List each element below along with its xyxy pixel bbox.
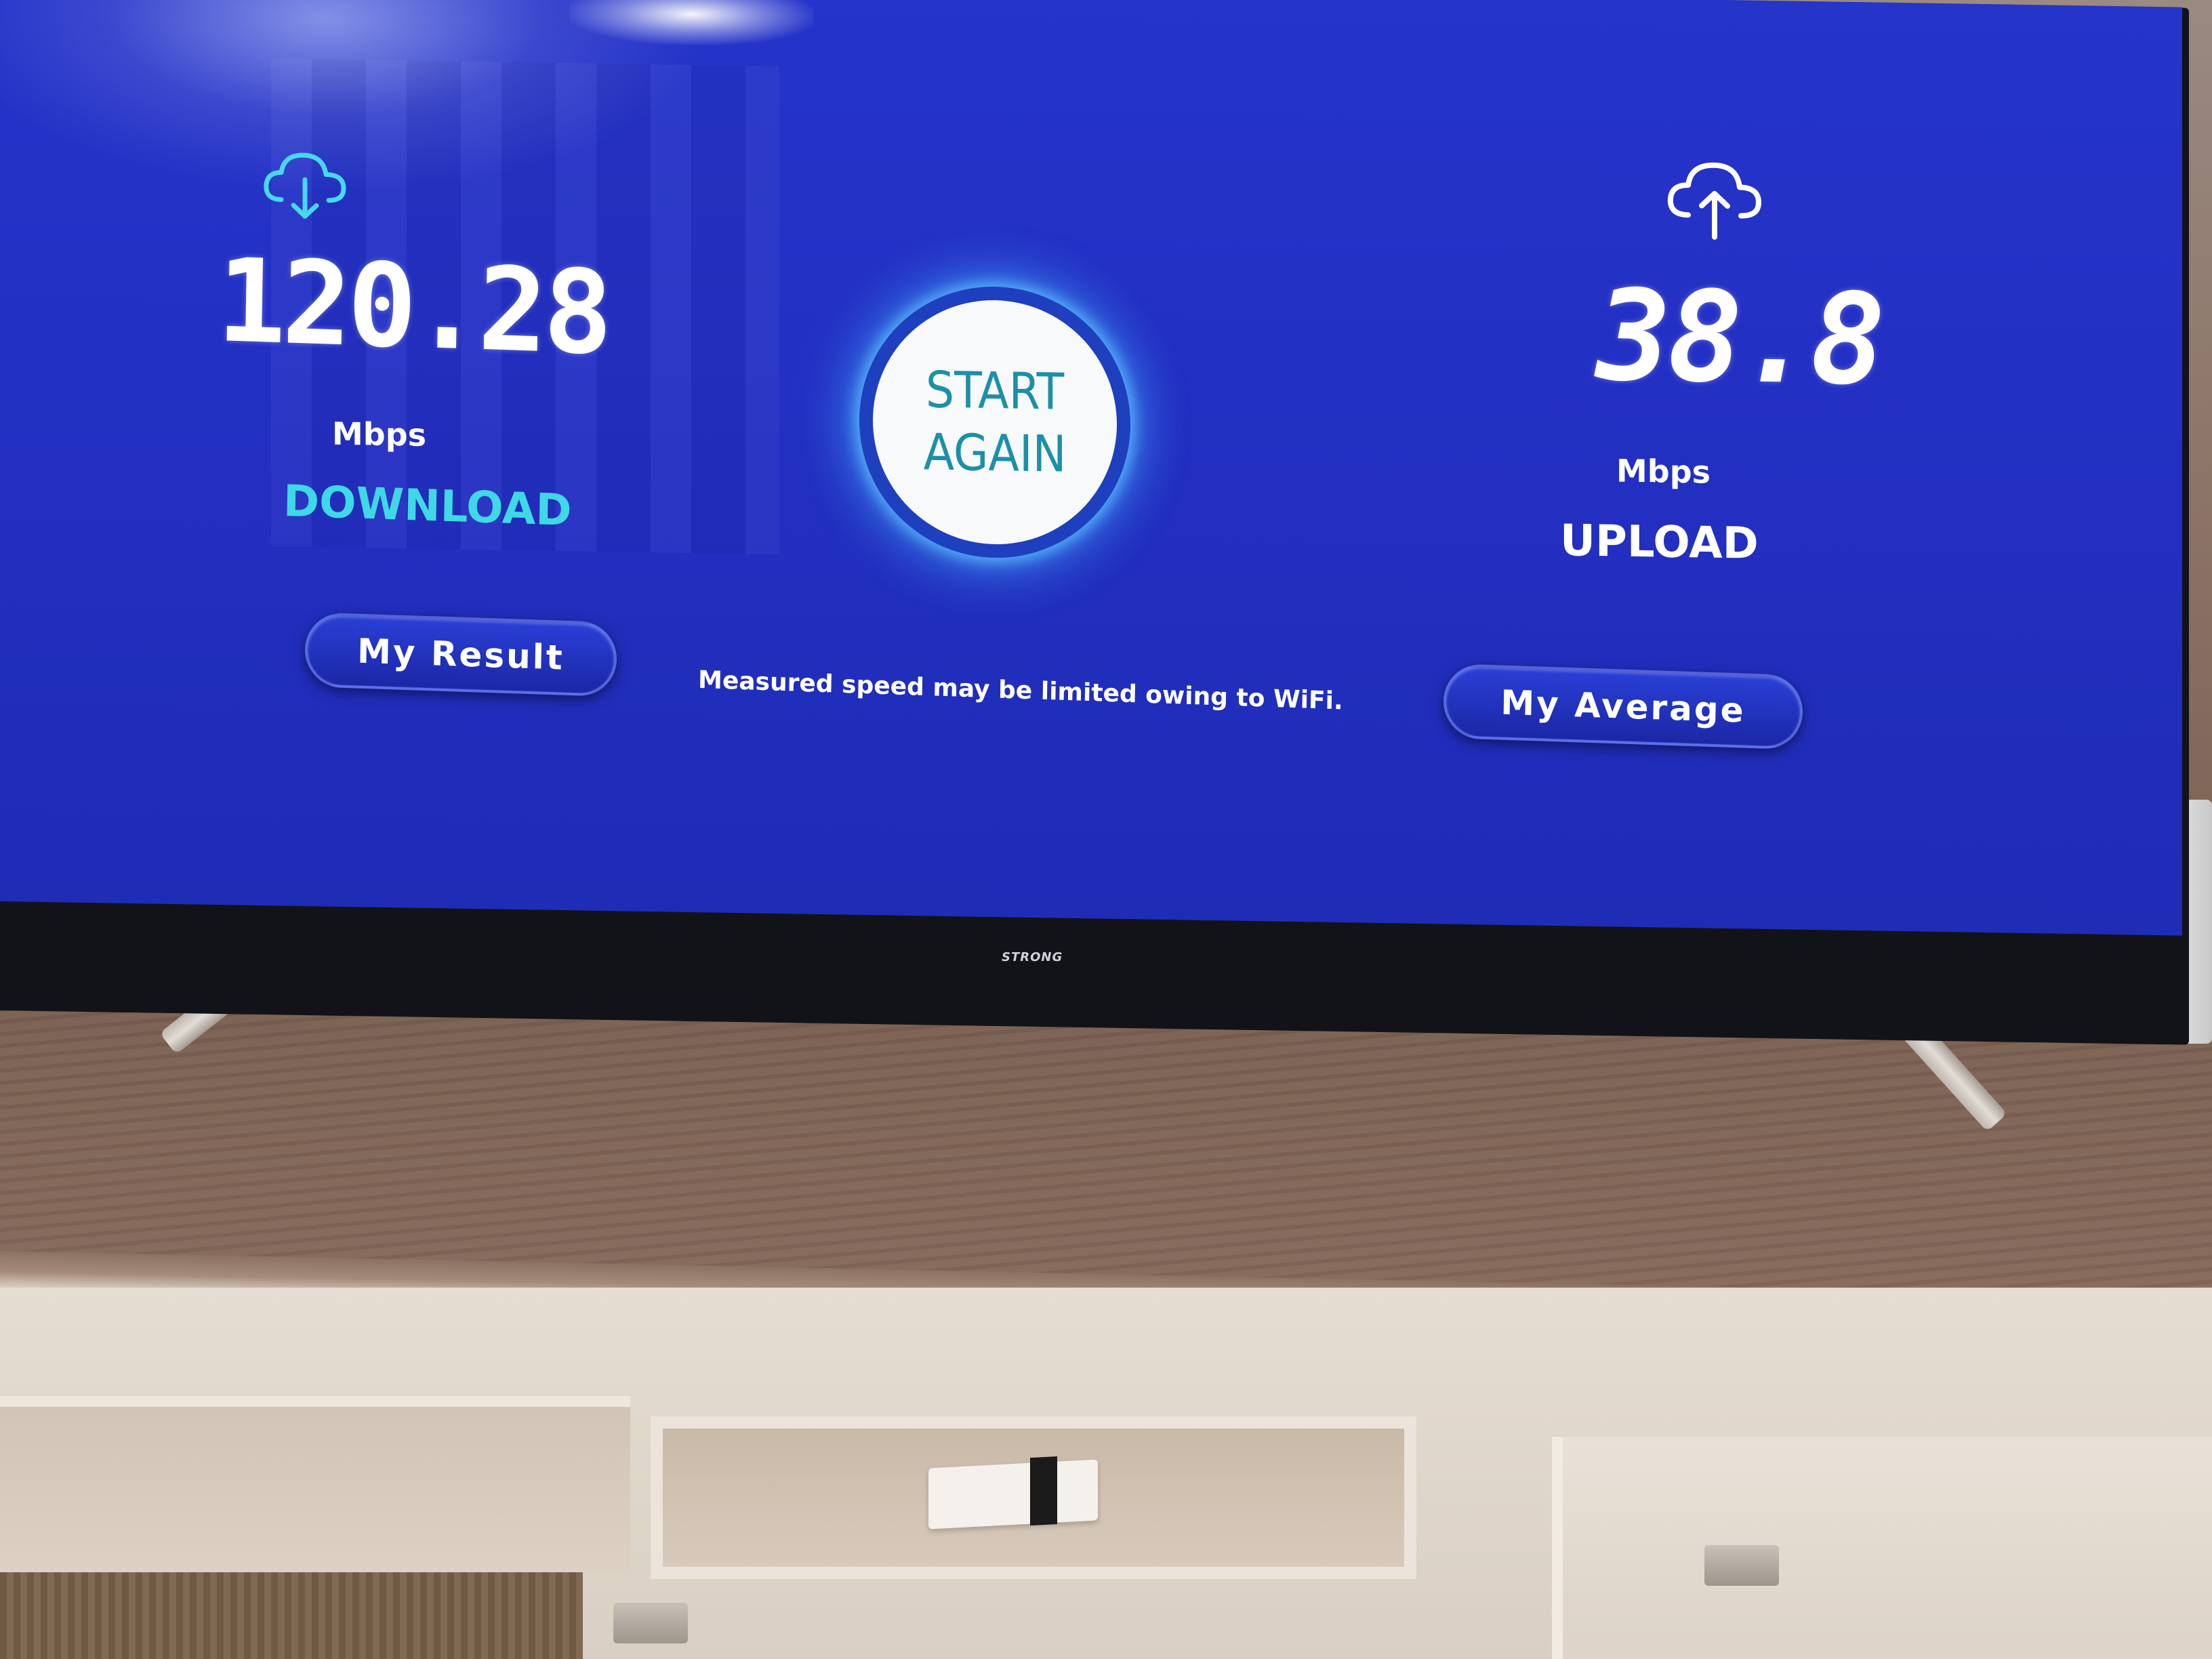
- upload-unit: Mbps: [1616, 452, 1711, 491]
- start-again-line1: START: [925, 361, 1065, 422]
- upload-speed-value: 38.8: [1596, 262, 1882, 413]
- download-speed-value: 120.28: [216, 234, 610, 382]
- set-top-device: [928, 1459, 1098, 1530]
- photo-scene: 120.28 Mbps DOWNLOAD START AGAIN 38.8 Mb…: [0, 0, 2212, 1659]
- cabinet-right-door: [1552, 1437, 2212, 1659]
- download-unit: Mbps: [332, 415, 427, 453]
- cabinet-handle-right: [1704, 1545, 1779, 1586]
- woven-basket: [0, 1572, 583, 1659]
- cloud-download-icon: [261, 146, 349, 225]
- ceiling-light-glare: [569, 0, 813, 47]
- cloud-upload-icon: [1664, 155, 1765, 247]
- set-top-device-end: [1030, 1456, 1057, 1526]
- my-average-button[interactable]: My Average: [1443, 663, 1803, 750]
- download-label: DOWNLOAD: [283, 476, 573, 536]
- wifi-notice-text: Measured speed may be limited owing to W…: [697, 665, 1343, 716]
- tv-brand-logo: STRONG: [1002, 950, 1063, 964]
- start-again-line2: AGAIN: [923, 423, 1067, 484]
- my-result-button[interactable]: My Result: [304, 612, 617, 697]
- cabinet-left-shelf: [0, 1396, 630, 1572]
- upload-label: UPLOAD: [1560, 516, 1759, 569]
- tv-screen: 120.28 Mbps DOWNLOAD START AGAIN 38.8 Mb…: [0, 0, 2182, 936]
- cabinet-handle-left: [613, 1603, 688, 1643]
